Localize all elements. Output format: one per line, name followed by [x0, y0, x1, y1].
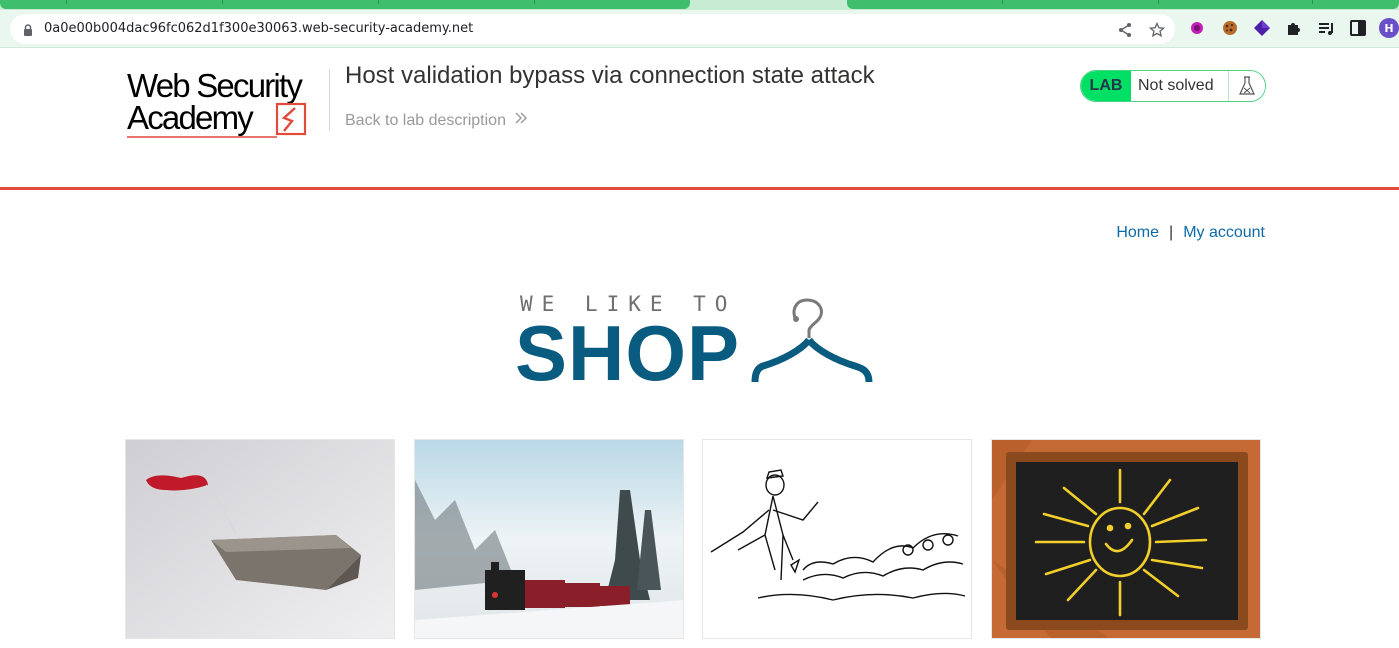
- sidepanel-icon[interactable]: [1348, 18, 1368, 38]
- back-to-lab-link[interactable]: Back to lab description: [345, 111, 528, 130]
- playlist-icon[interactable]: [1316, 18, 1336, 38]
- shop-wordmark: SHOP: [515, 309, 741, 397]
- nav-separator: |: [1169, 224, 1174, 241]
- header-divider: [329, 69, 330, 131]
- product-card[interactable]: [414, 439, 684, 639]
- ext-purple-icon[interactable]: [1187, 18, 1207, 38]
- address-bar[interactable]: 0a0e00b004dac96fc062d1f300e30063.web-sec…: [10, 14, 1175, 44]
- lab-status-widget: LAB Not solved: [1080, 70, 1266, 102]
- lab-title: Host validation bypass via connection st…: [345, 62, 875, 89]
- product-card[interactable]: [991, 439, 1261, 639]
- browser-tab-strip: [0, 0, 1399, 10]
- browser-tab-group-right[interactable]: [847, 0, 1399, 9]
- url-text[interactable]: 0a0e00b004dac96fc062d1f300e30063.web-sec…: [44, 21, 473, 36]
- back-link-label[interactable]: Back to lab description: [345, 112, 506, 130]
- flask-icon: [1229, 71, 1265, 101]
- svg-text:Academy: Academy: [127, 99, 254, 136]
- product-grid: [125, 439, 1265, 639]
- web-security-academy-logo[interactable]: Web Security Academy: [126, 67, 326, 140]
- academy-header: Web Security Academy Host validation byp…: [0, 48, 1399, 190]
- lock-icon[interactable]: [22, 23, 34, 36]
- product-card[interactable]: [125, 439, 395, 639]
- double-chevron-right-icon: [514, 111, 528, 130]
- diamond-icon[interactable]: [1252, 18, 1272, 38]
- avatar[interactable]: H: [1379, 18, 1399, 38]
- my-account-link[interactable]: My account: [1183, 224, 1265, 242]
- star-icon[interactable]: [1148, 21, 1166, 39]
- product-image-man-with-cats-sketch[interactable]: [703, 440, 972, 639]
- product-card[interactable]: [702, 439, 972, 639]
- lab-badge: LAB: [1081, 71, 1131, 101]
- product-image-tea-bag[interactable]: [126, 440, 395, 639]
- account-nav: Home | My account: [1116, 224, 1265, 242]
- puzzle-icon[interactable]: [1284, 18, 1304, 38]
- product-image-snowy-train[interactable]: [415, 440, 684, 639]
- cookie-icon[interactable]: [1220, 18, 1240, 38]
- hanger-icon: [751, 294, 875, 386]
- product-image-chalkboard-sun[interactable]: [992, 440, 1261, 639]
- browser-tab-group[interactable]: [0, 0, 690, 9]
- lab-status-text: Not solved: [1131, 71, 1229, 101]
- shop-banner-logo: WE LIKE TO SHOP: [515, 290, 880, 397]
- share-icon[interactable]: [1116, 21, 1134, 39]
- home-link[interactable]: Home: [1116, 224, 1159, 242]
- browser-toolbar: 0a0e00b004dac96fc062d1f300e30063.web-sec…: [0, 10, 1399, 48]
